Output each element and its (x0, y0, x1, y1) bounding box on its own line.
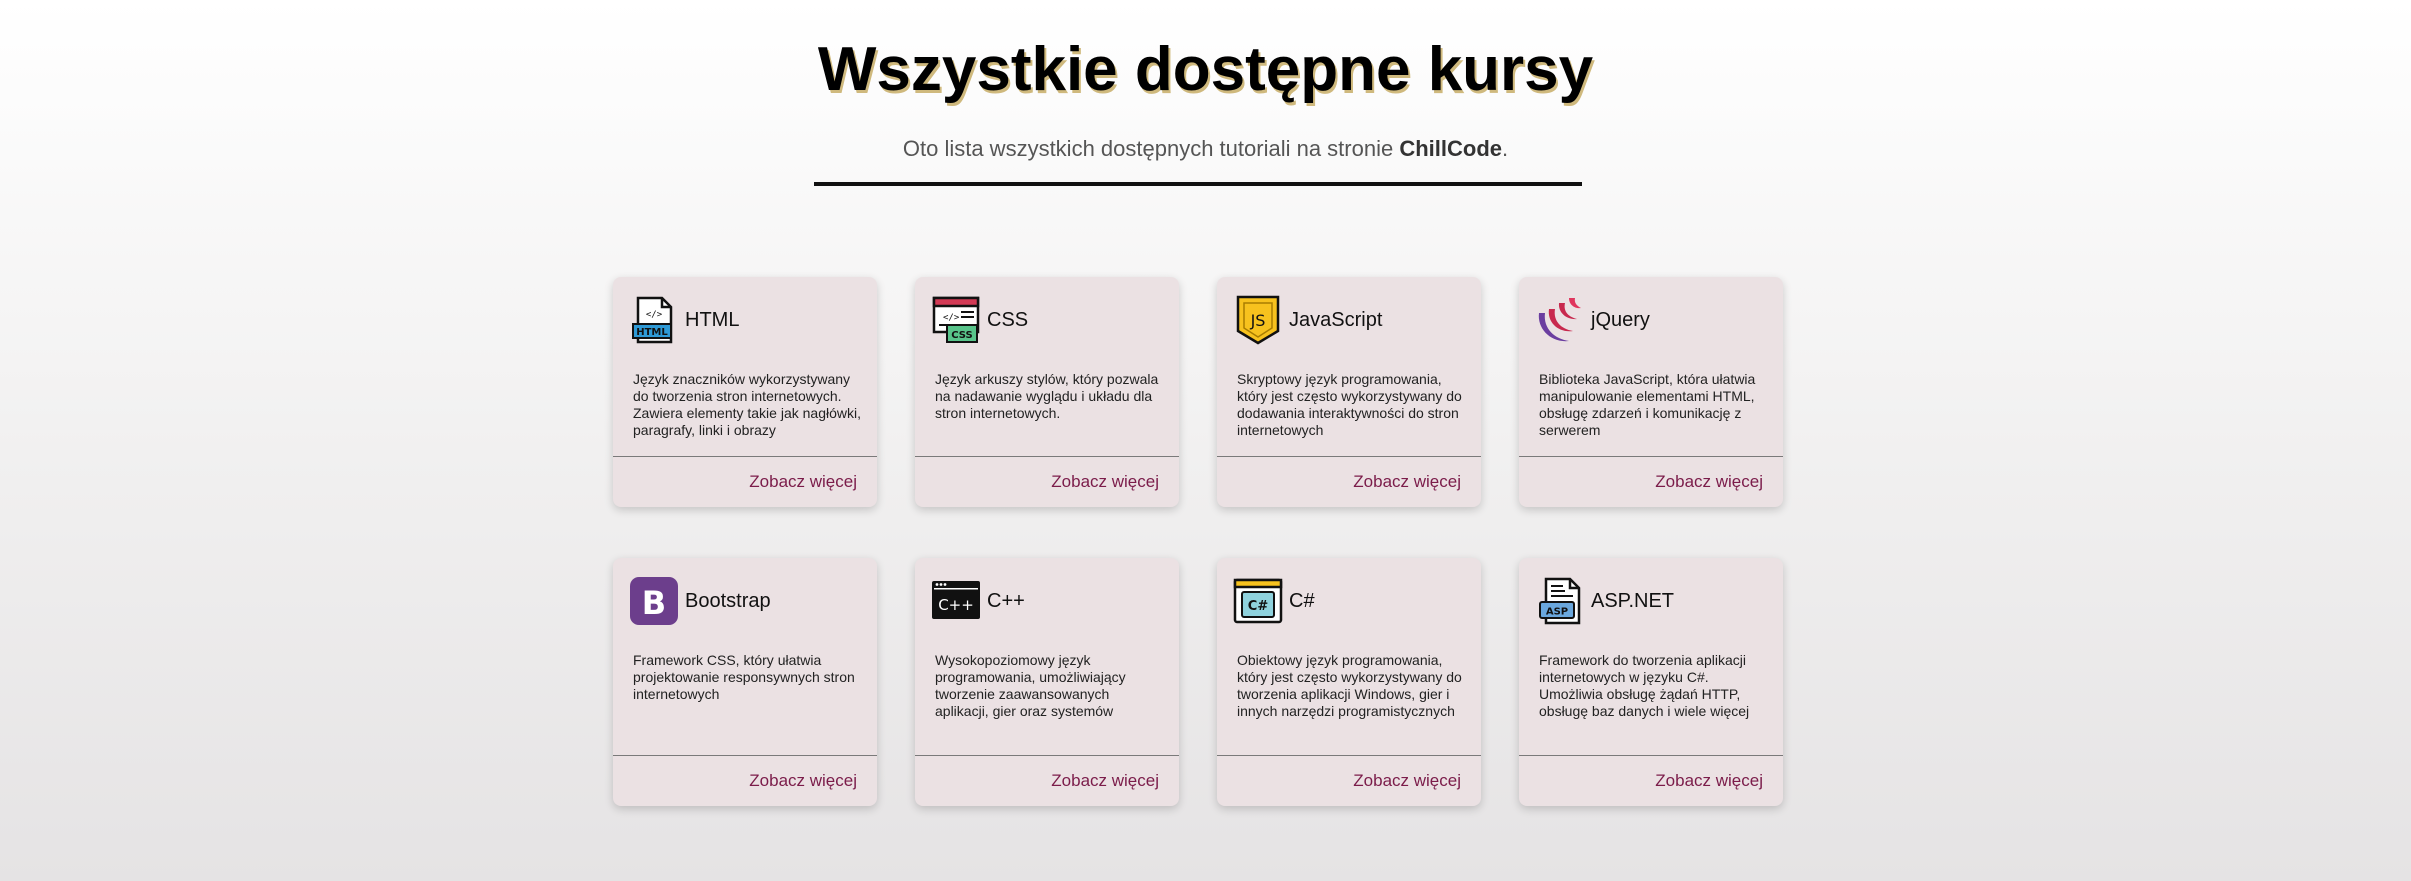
course-card-css: </> CSS CSS Język arkuszy stylów, który … (915, 277, 1179, 507)
subtitle-suffix: . (1502, 136, 1509, 161)
course-description: Framework do tworzenia aplikacji interne… (1539, 652, 1750, 719)
svg-text:ASP: ASP (1546, 607, 1568, 618)
course-title: C# (1289, 590, 1315, 612)
course-description: Obiektowy język programowania, który jes… (1237, 652, 1462, 719)
course-title: ASP.NET (1591, 590, 1674, 612)
bootstrap-logo-icon: B (629, 576, 679, 626)
brand-name: ChillCode (1399, 136, 1502, 161)
svg-text:</>: </> (943, 313, 960, 323)
course-title: CSS (987, 309, 1029, 331)
card-divider (1519, 755, 1783, 756)
svg-text:</>: </> (646, 310, 663, 320)
see-more-link[interactable]: Zobacz więcej (1051, 472, 1159, 492)
course-card-cpp: C++ C++ Wysokopoziomowy język programowa… (915, 558, 1179, 806)
see-more-link[interactable]: Zobacz więcej (1655, 472, 1763, 492)
card-divider (1217, 755, 1481, 756)
svg-text:JS: JS (1250, 311, 1266, 330)
course-description: Język arkuszy stylów, który pozwala na n… (935, 371, 1159, 421)
card-divider (915, 755, 1179, 756)
card-divider (1217, 456, 1481, 457)
course-title: JavaScript (1289, 309, 1383, 331)
card-divider (613, 456, 877, 457)
svg-text:B: B (642, 584, 666, 622)
cpp-window-icon: C++ (931, 576, 981, 626)
course-description: Język znaczników wykorzystywany do tworz… (633, 371, 861, 438)
jquery-logo-icon (1535, 295, 1585, 345)
course-title: HTML (685, 309, 740, 331)
csharp-window-icon: C# (1233, 576, 1283, 626)
card-divider (613, 755, 877, 756)
svg-text:CSS: CSS (951, 330, 972, 341)
course-card-html: </> HTML HTML Język znaczników wykorzyst… (613, 277, 877, 507)
course-title: jQuery (1591, 309, 1650, 331)
course-card-csharp: C# C# Obiektowy język programowania, któ… (1217, 558, 1481, 806)
subtitle-text: Oto lista wszystkich dostępnych tutorial… (902, 136, 1400, 161)
card-divider (1519, 456, 1783, 457)
see-more-link[interactable]: Zobacz więcej (1051, 771, 1159, 791)
see-more-link[interactable]: Zobacz więcej (749, 472, 857, 492)
course-description: Biblioteka JavaScript, która ułatwia man… (1539, 371, 1756, 438)
course-description: Skryptowy język programowania, który jes… (1237, 371, 1462, 438)
page-subtitle: Oto lista wszystkich dostępnych tutorial… (0, 136, 2411, 162)
course-description: Framework CSS, który ułatwia projektowan… (633, 652, 855, 702)
svg-text:HTML: HTML (636, 327, 668, 338)
card-divider (915, 456, 1179, 457)
course-card-jquery: jQuery Biblioteka JavaScript, która ułat… (1519, 277, 1783, 507)
css-file-icon: </> CSS (931, 295, 981, 345)
aspnet-file-icon: ASP (1535, 576, 1585, 626)
see-more-link[interactable]: Zobacz więcej (1353, 472, 1461, 492)
course-card-javascript: JS JavaScript Skryptowy język programowa… (1217, 277, 1481, 507)
see-more-link[interactable]: Zobacz więcej (749, 771, 857, 791)
see-more-link[interactable]: Zobacz więcej (1353, 771, 1461, 791)
html-file-icon: </> HTML (629, 295, 679, 345)
course-title: Bootstrap (685, 590, 771, 612)
course-card-aspnet: ASP ASP.NET Framework do tworzenia aplik… (1519, 558, 1783, 806)
svg-text:C#: C# (1248, 599, 1269, 614)
course-card-bootstrap: B Bootstrap Framework CSS, który ułatwia… (613, 558, 877, 806)
svg-text:C++: C++ (938, 596, 974, 614)
page-title: Wszystkie dostępne kursy (817, 35, 1594, 104)
see-more-link[interactable]: Zobacz więcej (1655, 771, 1763, 791)
course-description: Wysokopoziomowy język programowania, umo… (935, 652, 1126, 719)
course-title: C++ (987, 590, 1025, 612)
javascript-shield-icon: JS (1233, 295, 1283, 345)
header-divider (814, 182, 1582, 186)
